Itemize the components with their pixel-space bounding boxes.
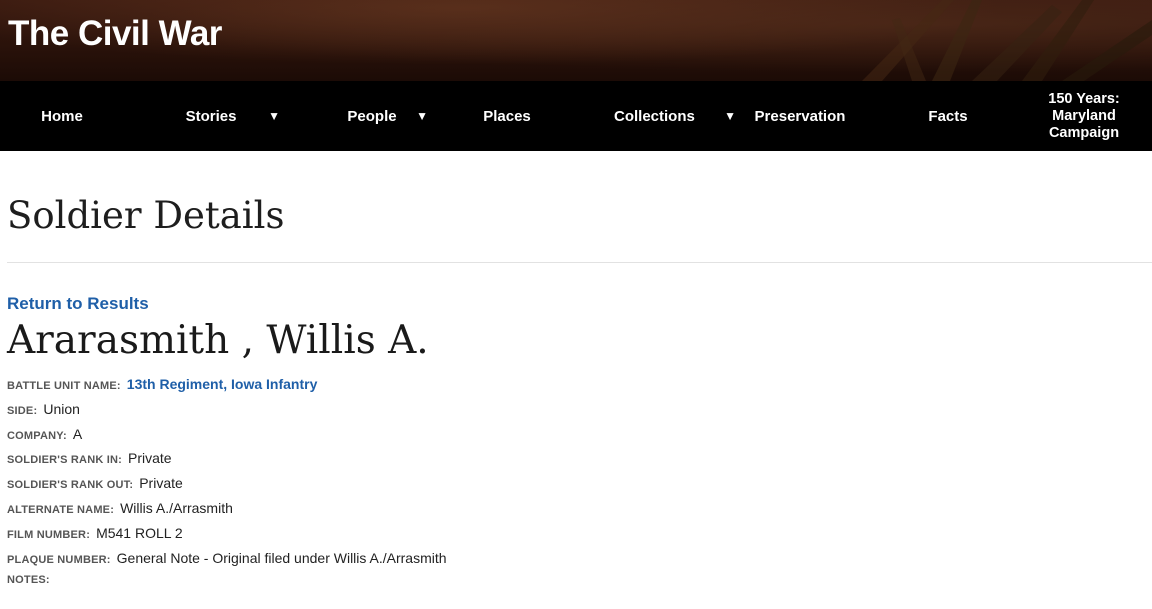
nav-item-label: Preservation xyxy=(754,107,846,125)
main-content: Soldier Details Return to Results Araras… xyxy=(0,151,1152,599)
nav-item-collections[interactable]: Collections ▼ xyxy=(568,81,740,151)
soldier-details: Battle Unit Name: 13th Regiment, Iowa In… xyxy=(7,376,1152,599)
nav-item-label: Stories xyxy=(185,107,237,125)
nav-item-stories[interactable]: Stories ▼ xyxy=(124,81,298,151)
nav-item-label: People xyxy=(347,107,397,125)
chevron-down-icon[interactable]: ▼ xyxy=(416,109,428,123)
detail-value: Private xyxy=(128,450,172,467)
detail-value: A xyxy=(72,425,83,442)
nav-item-people[interactable]: People ▼ xyxy=(298,81,446,151)
detail-label: Soldier's Rank In: xyxy=(7,454,122,467)
detail-value: Willis A./Arrasmith xyxy=(120,499,233,516)
nav-item-label: Facts xyxy=(928,107,968,125)
nav-item-label-line: 150 Years: xyxy=(1048,90,1120,107)
nav-item-label: Home xyxy=(41,107,83,125)
chevron-down-icon[interactable]: ▼ xyxy=(724,109,736,123)
page-title: Soldier Details xyxy=(7,194,285,237)
detail-label: Alternate Name: xyxy=(7,503,115,516)
nav-item-label: Collections xyxy=(614,107,695,125)
detail-label: Film Number: xyxy=(7,528,91,541)
detail-row-alternate-name: Alternate Name: Willis A./Arrasmith xyxy=(7,500,1152,525)
nav-item-preservation[interactable]: Preservation xyxy=(740,81,860,151)
nav-item-label-line: Campaign xyxy=(1048,124,1120,141)
detail-row-company: Company: A xyxy=(7,426,1152,451)
return-to-results-link[interactable]: Return to Results xyxy=(7,294,149,314)
detail-row-battle-unit: Battle Unit Name: 13th Regiment, Iowa In… xyxy=(7,376,1152,401)
soldier-name: Ararasmith , Willis A. xyxy=(7,318,429,363)
detail-row-film-number: Film Number: M541 ROLL 2 xyxy=(7,525,1152,550)
nav-item-label-line: Maryland xyxy=(1052,107,1116,124)
chevron-down-icon[interactable]: ▼ xyxy=(268,109,280,123)
detail-label: Side: xyxy=(7,404,38,417)
detail-row-rank-out: Soldier's Rank Out: Private xyxy=(7,475,1152,500)
detail-value: Union xyxy=(43,400,80,417)
detail-row-plaque-number: Plaque Number: General Note - Original f… xyxy=(7,550,1152,575)
nav-item-home[interactable]: Home xyxy=(0,81,124,151)
detail-label: Notes: xyxy=(7,574,50,587)
detail-row-notes: Notes: xyxy=(7,574,1152,599)
detail-value: M541 ROLL 2 xyxy=(96,524,183,541)
foliage-decoration xyxy=(862,0,1152,81)
nav-item-label: Places xyxy=(483,107,531,125)
divider xyxy=(7,262,1152,263)
battle-unit-link[interactable]: 13th Regiment, Iowa Infantry xyxy=(127,376,318,392)
detail-label: Soldier's Rank Out: xyxy=(7,479,134,492)
detail-value: Private xyxy=(139,475,183,492)
site-title[interactable]: The Civil War xyxy=(8,14,222,54)
detail-row-rank-in: Soldier's Rank In: Private xyxy=(7,450,1152,475)
main-nav: Home Stories ▼ People ▼ Places Collectio… xyxy=(0,81,1152,151)
detail-row-side: Side: Union xyxy=(7,401,1152,426)
nav-item-places[interactable]: Places xyxy=(446,81,568,151)
detail-label: Company: xyxy=(7,429,67,442)
detail-label: Plaque Number: xyxy=(7,553,111,566)
detail-value: General Note - Original filed under Will… xyxy=(116,549,447,566)
detail-label: Battle Unit Name: xyxy=(7,380,121,392)
nav-item-maryland-campaign[interactable]: 150 Years: Maryland Campaign xyxy=(1036,81,1132,151)
site-banner: The Civil War xyxy=(0,0,1152,81)
nav-item-facts[interactable]: Facts xyxy=(860,81,1036,151)
